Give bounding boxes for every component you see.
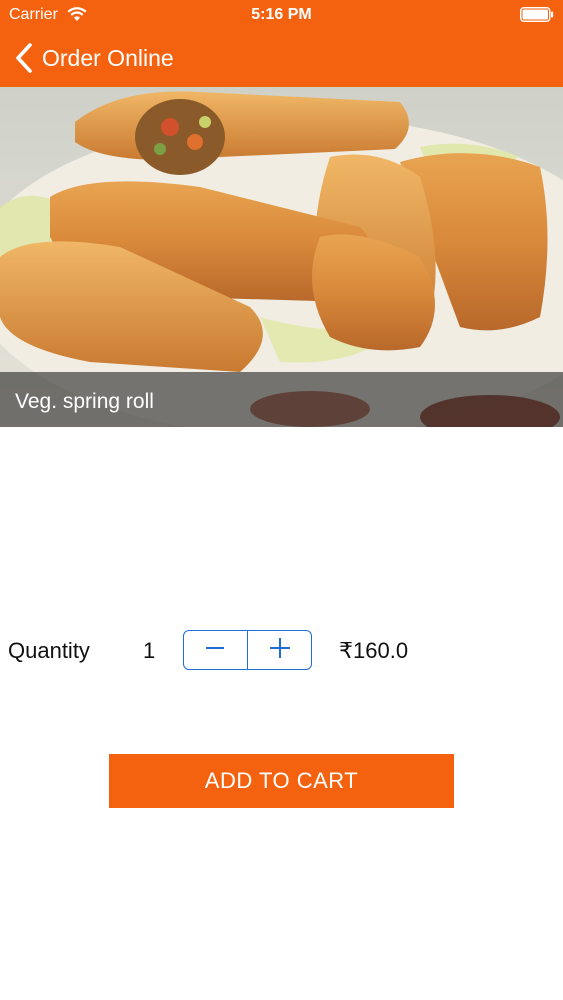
screen: Carrier 5:16 PM Order Online Veg. spring… [0,0,563,1000]
header: Carrier 5:16 PM Order Online [0,0,563,87]
plus-icon [269,637,291,664]
status-bar: Carrier 5:16 PM [0,0,563,30]
quantity-label: Quantity [8,638,90,663]
quantity-stepper [183,630,312,670]
minus-icon [204,637,226,664]
caption-bar: Veg. spring roll [0,372,563,427]
back-button-label: Order Online [42,44,174,71]
status-time: 5:16 PM [251,6,312,23]
back-button[interactable]: Order Online [14,42,174,74]
price-label: ₹160.0 [339,638,409,663]
food-image: Veg. spring roll [0,87,563,427]
add-to-cart-button[interactable]: ADD TO CART [109,754,454,808]
chevron-left-icon [14,43,34,73]
nav-bar: Order Online [0,30,563,87]
decrement-button[interactable] [184,631,247,669]
item-name: Veg. spring roll [15,390,154,413]
quantity-value: 1 [143,638,156,663]
increment-button[interactable] [248,631,311,669]
battery-icon [520,7,554,22]
